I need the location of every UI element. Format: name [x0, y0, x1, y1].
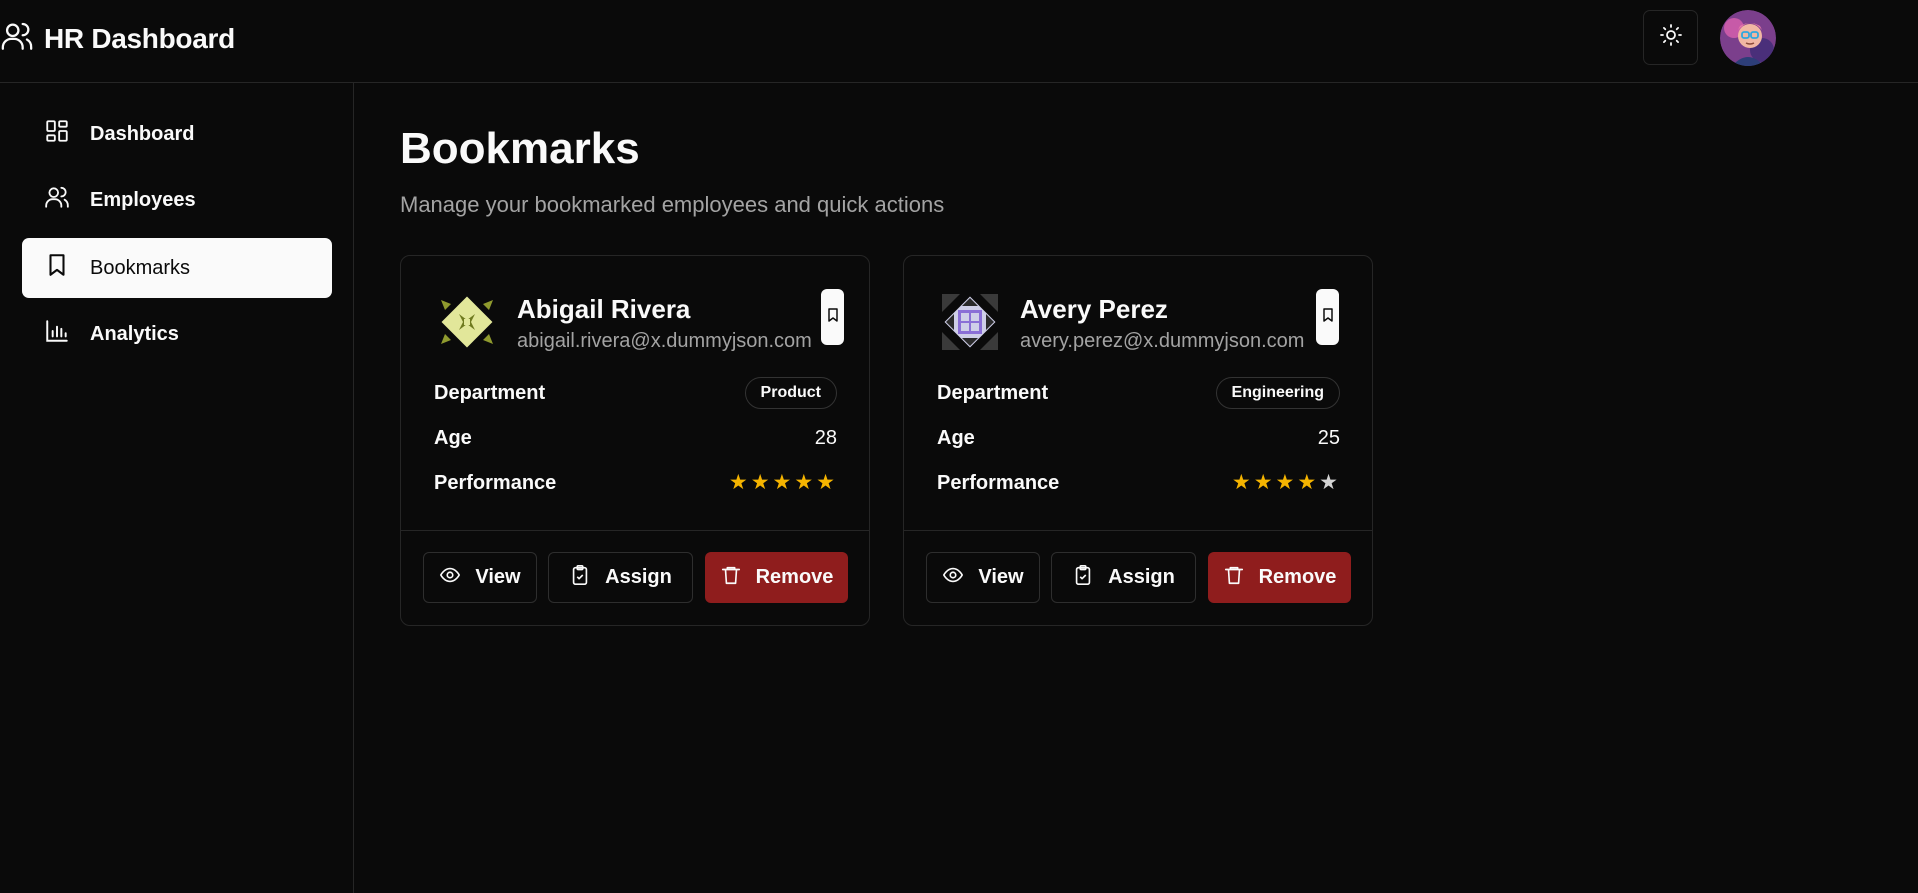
sidebar-item-dashboard[interactable]: Dashboard: [22, 104, 332, 164]
card-divider: [904, 530, 1372, 531]
trash-icon: [720, 564, 756, 592]
top-bar: HR Dashboard: [0, 0, 1918, 83]
assign-button[interactable]: Assign: [548, 552, 693, 603]
star-filled-icon: ★: [1253, 471, 1273, 494]
sidebar-item-analytics[interactable]: Analytics: [22, 304, 332, 364]
star-filled-icon: ★: [1275, 471, 1295, 494]
department-label: Department: [937, 382, 1049, 404]
users-icon: [44, 184, 70, 216]
brand: HR Dashboard: [0, 19, 235, 58]
remove-button[interactable]: Remove: [1208, 552, 1351, 603]
dashboard-icon: [44, 118, 70, 150]
employee-email: abigail.rivera@x.dummyjson.com: [517, 330, 812, 352]
remove-button-label: Remove: [1258, 566, 1337, 588]
bookmark-icon: [44, 252, 70, 284]
employee-name: Abigail Rivera: [517, 294, 691, 324]
employee-avatar: [437, 292, 497, 352]
sidebar-item-label: Bookmarks: [90, 256, 191, 279]
clipboard-check-icon: [1072, 564, 1108, 592]
department-badge: Engineering: [1215, 377, 1340, 409]
assign-button[interactable]: Assign: [1051, 552, 1196, 603]
clipboard-check-icon: [569, 564, 605, 592]
app-title: HR Dashboard: [44, 22, 235, 54]
view-button-label: View: [978, 566, 1024, 588]
employee-card: Avery Perez avery.perez@x.dummyjson.com …: [903, 255, 1373, 626]
employee-avatar: [940, 292, 1000, 352]
star-filled-icon: ★: [816, 471, 835, 494]
age-label: Age: [937, 427, 975, 449]
star-filled-icon: ★: [1297, 471, 1317, 494]
department-label: Department: [434, 382, 546, 404]
performance-rating: ★ ★ ★ ★ ★: [1232, 472, 1338, 494]
employee-email: avery.perez@x.dummyjson.com: [1020, 330, 1305, 352]
user-avatar[interactable]: [1720, 10, 1776, 66]
bookmark-icon: [825, 305, 841, 330]
sidebar-item-label: Analytics: [90, 322, 179, 345]
remove-button[interactable]: Remove: [705, 552, 848, 603]
age-value: 25: [1317, 427, 1340, 449]
view-button-label: View: [475, 566, 521, 588]
star-empty-icon: ★: [1319, 471, 1338, 494]
performance-label: Performance: [434, 472, 557, 494]
view-button[interactable]: View: [423, 552, 537, 603]
star-filled-icon: ★: [772, 471, 792, 494]
page-subtitle: Manage your bookmarked employees and qui…: [400, 192, 945, 217]
remove-button-label: Remove: [755, 566, 834, 588]
sidebar-item-label: Employees: [90, 188, 196, 211]
sidebar-item-employees[interactable]: Employees: [22, 170, 332, 230]
department-badge: Product: [744, 377, 837, 409]
sun-icon: [1659, 23, 1683, 52]
eye-icon: [439, 564, 475, 592]
star-filled-icon: ★: [750, 471, 770, 494]
bookmark-toggle-button[interactable]: [1316, 289, 1339, 345]
star-filled-icon: ★: [1231, 471, 1251, 494]
view-button[interactable]: View: [926, 552, 1040, 603]
bar-chart-icon: [44, 318, 70, 350]
theme-toggle-button[interactable]: [1643, 10, 1698, 65]
card-divider: [401, 530, 869, 531]
sidebar-item-label: Dashboard: [90, 122, 195, 145]
page-title: Bookmarks: [400, 124, 640, 173]
assign-button-label: Assign: [605, 566, 672, 588]
performance-label: Performance: [937, 472, 1060, 494]
star-filled-icon: ★: [794, 471, 814, 494]
performance-rating: ★ ★ ★ ★ ★: [729, 472, 835, 494]
eye-icon: [942, 564, 978, 592]
assign-button-label: Assign: [1108, 566, 1175, 588]
users-icon: [0, 19, 34, 58]
employee-name: Avery Perez: [1020, 294, 1168, 324]
sidebar: Dashboard Employees Bookmarks Analytics: [0, 83, 354, 893]
employee-card: Abigail Rivera abigail.rivera@x.dummyjso…: [400, 255, 870, 626]
star-filled-icon: ★: [728, 471, 748, 494]
trash-icon: [1223, 564, 1259, 592]
bookmark-toggle-button[interactable]: [821, 289, 844, 345]
bookmark-icon: [1320, 305, 1336, 330]
sidebar-item-bookmarks[interactable]: Bookmarks: [22, 238, 332, 298]
age-label: Age: [434, 427, 472, 449]
age-value: 28: [814, 427, 837, 449]
